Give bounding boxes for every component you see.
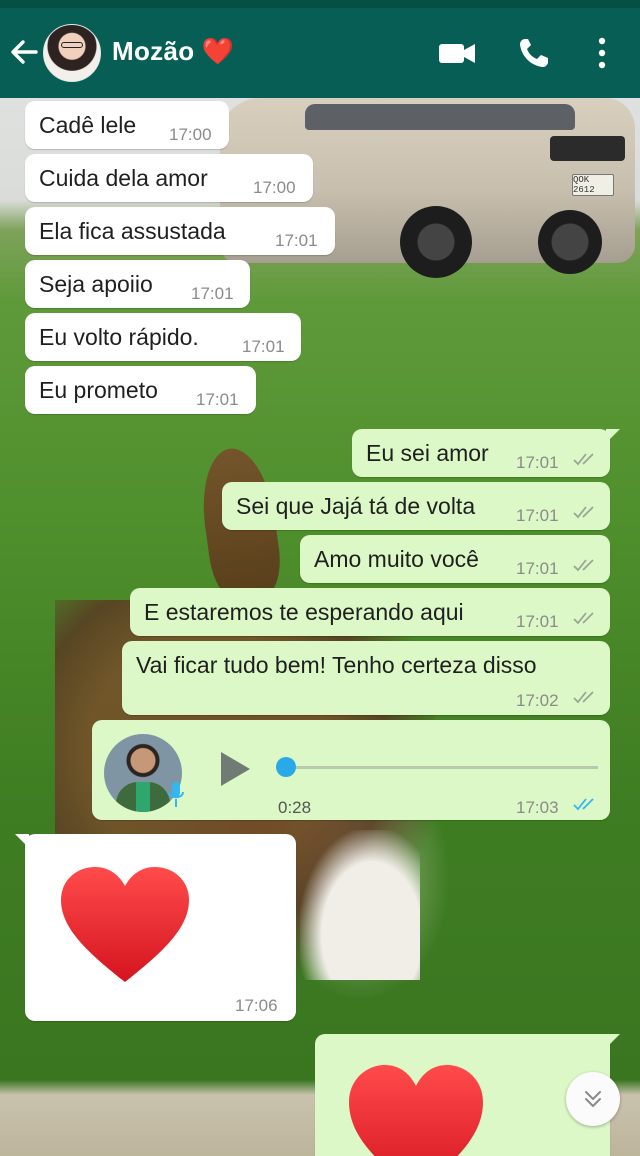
message-incoming[interactable]: Ela fica assustada 17:01 — [25, 207, 335, 255]
message-incoming-emoji[interactable]: 17:06 — [15, 834, 296, 1021]
double-check-icon — [573, 612, 594, 625]
message-time: 17:00 — [169, 125, 212, 144]
message-time: 17:01 — [196, 390, 239, 409]
message-incoming[interactable]: Seja apoiio 17:01 — [25, 260, 250, 308]
scroll-to-bottom-button[interactable] — [566, 1072, 620, 1126]
message-outgoing[interactable]: Eu sei amor 17:01 — [352, 429, 620, 477]
message-text: Eu prometo — [39, 377, 158, 403]
audio-seek-bar[interactable] — [288, 766, 598, 769]
message-time: 17:01 — [516, 612, 559, 631]
message-incoming[interactable]: Cadê lele 17:00 — [25, 101, 229, 149]
audio-seek-handle[interactable] — [276, 757, 296, 777]
contact-avatar[interactable] — [43, 24, 101, 82]
double-check-icon — [573, 691, 594, 704]
message-time: 17:01 — [242, 337, 285, 356]
message-time: 17:01 — [191, 284, 234, 303]
play-icon[interactable] — [218, 750, 252, 788]
message-outgoing[interactable]: E estaremos te esperando aqui 17:01 — [130, 588, 610, 636]
double-chevron-down-icon — [585, 1091, 601, 1107]
message-time: 17:01 — [516, 506, 559, 525]
message-time: 17:02 — [516, 691, 559, 710]
message-text: Cadê lele — [39, 112, 137, 138]
message-incoming[interactable]: Cuida dela amor 17:00 — [25, 154, 313, 202]
message-text: Vai ficar tudo bem! Tenho certeza disso — [136, 652, 537, 678]
microphone-icon — [168, 782, 184, 807]
arrow-left-icon[interactable] — [8, 34, 40, 70]
red-heart-emoji — [349, 1065, 483, 1156]
message-time: 17:03 — [516, 798, 559, 817]
double-check-icon — [573, 506, 594, 519]
message-text: Ela fica assustada — [39, 218, 226, 244]
message-text: Seja apoiio — [39, 271, 153, 297]
heart-emoji: ❤️ — [201, 36, 235, 66]
message-time: 17:01 — [275, 231, 318, 250]
message-outgoing[interactable]: Vai ficar tudo bem! Tenho certeza disso … — [122, 641, 610, 715]
double-check-icon — [573, 559, 594, 572]
voice-message[interactable]: 0:28 17:03 — [92, 720, 610, 820]
message-time: 17:00 — [253, 178, 296, 197]
chat-header: Mozão ❤️ — [0, 8, 640, 98]
voice-duration: 0:28 — [278, 798, 312, 817]
more-vert-icon[interactable] — [592, 36, 612, 70]
message-text: Eu sei amor — [366, 440, 489, 466]
message-time: 17:06 — [235, 996, 278, 1015]
wallpaper-dog-paw — [300, 830, 420, 980]
double-check-icon — [573, 453, 594, 466]
message-text: Sei que Jajá tá de volta — [236, 493, 476, 519]
double-check-blue-icon — [573, 798, 594, 811]
contact-name-text: Mozão — [112, 36, 195, 66]
message-time: 17:01 — [516, 453, 559, 472]
message-text: E estaremos te esperando aqui — [144, 599, 464, 625]
message-incoming[interactable]: Eu prometo 17:01 — [25, 366, 256, 414]
message-outgoing[interactable]: Sei que Jajá tá de volta 17:01 — [222, 482, 610, 530]
message-outgoing[interactable]: Amo muito você 17:01 — [300, 535, 610, 583]
red-heart-emoji — [61, 867, 189, 982]
contact-name[interactable]: Mozão ❤️ — [112, 36, 235, 67]
message-time: 17:01 — [516, 559, 559, 578]
message-text: Cuida dela amor — [39, 165, 208, 191]
status-bar — [0, 0, 640, 8]
message-text: Amo muito você — [314, 546, 479, 572]
message-text: Eu volto rápido. — [39, 324, 199, 350]
video-call-icon[interactable] — [438, 36, 476, 70]
message-incoming[interactable]: Eu volto rápido. 17:01 — [25, 313, 301, 361]
phone-icon[interactable] — [517, 36, 551, 70]
